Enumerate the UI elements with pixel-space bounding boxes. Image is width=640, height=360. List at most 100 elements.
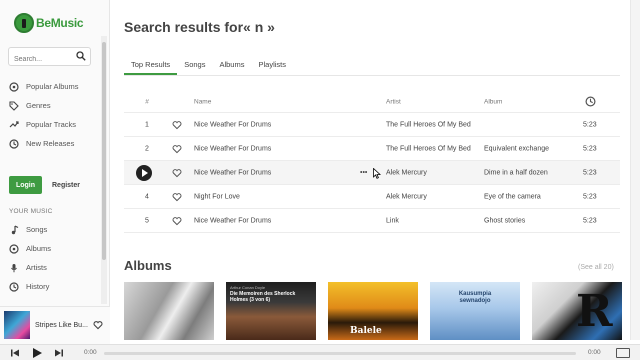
track-artist[interactable]: Alek Mercury (386, 193, 427, 200)
nav-label: Songs (26, 225, 48, 234)
duration-clock-icon (585, 96, 596, 107)
nav-albums[interactable]: Albums (9, 239, 51, 258)
column-name: Name (194, 98, 212, 105)
tab-songs[interactable]: Songs (177, 53, 212, 75)
nav-genres[interactable]: Genres (9, 96, 79, 115)
track-duration: 5:23 (583, 193, 597, 200)
track-album[interactable]: Eye of the camera (484, 193, 541, 200)
nav-popular-albums[interactable]: Popular Albums (9, 77, 79, 96)
search-box (8, 47, 91, 68)
search-icon[interactable] (76, 51, 86, 61)
tab-albums[interactable]: Albums (212, 53, 251, 75)
table-row[interactable]: 2 Nice Weather For Drums The Full Heroes… (124, 137, 620, 161)
nav-label: Albums (26, 244, 52, 253)
albums-section-title: Albums (124, 258, 172, 273)
heart-icon[interactable] (93, 320, 103, 330)
mic-icon (11, 263, 17, 272)
album-cover-title: Kausumpia sewnadojo (458, 291, 492, 304)
player-bar: 0:00 0:00 (0, 344, 640, 360)
track-artist[interactable]: Alek Mercury (386, 169, 427, 176)
note-icon (11, 224, 19, 234)
logo-icon (14, 13, 34, 33)
table-header: # Name Artist Album (124, 91, 620, 113)
album-card[interactable]: Kausumpia sewnadojo (430, 282, 520, 340)
nav-label: Genres (26, 101, 51, 110)
track-album[interactable]: Equivalent exchange (484, 145, 549, 152)
track-artist[interactable]: The Full Heroes Of My Bed (386, 121, 471, 128)
heart-icon[interactable] (172, 192, 182, 202)
track-name[interactable]: Nice Weather For Drums (194, 145, 271, 152)
now-playing-artwork[interactable] (4, 311, 30, 339)
play-track-button[interactable] (136, 165, 152, 181)
album-card[interactable]: Arthur Conan Doyle Die Memoiren des Sher… (226, 282, 316, 340)
logo[interactable]: BeMusic (14, 12, 84, 34)
column-artist: Artist (386, 98, 401, 105)
track-number: 5 (145, 217, 149, 224)
table-row[interactable]: 4 Night For Love Alek Mercury Eye of the… (124, 185, 620, 209)
nav-popular-tracks[interactable]: Popular Tracks (9, 115, 79, 134)
your-music-heading: YOUR MUSIC (9, 208, 53, 215)
your-music-nav: Songs Albums Artists History (9, 220, 51, 296)
album-card[interactable] (124, 282, 214, 340)
album-cover-author: Arthur Conan Doyle (230, 285, 266, 290)
register-link[interactable]: Register (52, 182, 80, 189)
logo-text: BeMusic (36, 16, 84, 30)
nav-label: Artists (26, 263, 47, 272)
nav-history[interactable]: History (9, 277, 51, 296)
elapsed-time: 0:00 (84, 349, 97, 356)
trending-icon (9, 120, 19, 127)
nav-label: Popular Albums (26, 82, 79, 91)
mouse-cursor-icon (373, 168, 381, 179)
track-album[interactable]: Dime in a half dozen (484, 169, 548, 176)
albums-carousel: Arthur Conan Doyle Die Memoiren des Sher… (124, 282, 622, 340)
login-button[interactable]: Login (9, 176, 42, 194)
queue-icon[interactable] (616, 348, 630, 358)
track-artist[interactable]: The Full Heroes Of My Bed (386, 145, 471, 152)
track-album[interactable]: Ghost stories (484, 217, 525, 224)
track-name[interactable]: Night For Love (194, 193, 240, 200)
album-cover-title: Balele (350, 326, 382, 336)
nav-label: New Releases (26, 139, 75, 148)
heart-icon[interactable] (172, 144, 182, 154)
play-icon[interactable] (31, 347, 43, 359)
album-card[interactable]: Balele (328, 282, 418, 340)
tag-icon (9, 100, 19, 111)
heart-icon[interactable] (172, 216, 182, 226)
next-track-icon[interactable] (54, 348, 64, 358)
track-number: 1 (145, 121, 149, 128)
track-number: 2 (145, 145, 149, 152)
track-name[interactable]: Nice Weather For Drums (194, 217, 271, 224)
sidebar-scrollbar-thumb[interactable] (102, 42, 106, 260)
seek-bar[interactable] (104, 352, 576, 355)
sidebar-scrollbar[interactable] (101, 36, 107, 304)
tab-top-results[interactable]: Top Results (124, 53, 178, 75)
table-row-hovered[interactable]: Nice Weather For Drums ••• Alek Mercury … (124, 161, 620, 185)
clock-icon (9, 138, 19, 149)
tab-playlists[interactable]: Playlists (251, 53, 293, 75)
table-row[interactable]: 1 Nice Weather For Drums The Full Heroes… (124, 113, 620, 137)
track-name[interactable]: Nice Weather For Drums (194, 121, 271, 128)
nav-artists[interactable]: Artists (9, 258, 51, 277)
heart-icon[interactable] (172, 120, 182, 130)
main-scrollbar[interactable] (630, 0, 640, 340)
track-artist[interactable]: Link (386, 217, 399, 224)
track-name[interactable]: Nice Weather For Drums (194, 169, 271, 176)
disc-icon (9, 81, 19, 92)
nav-new-releases[interactable]: New Releases (9, 134, 79, 153)
album-card[interactable]: R (532, 282, 622, 340)
column-number: # (145, 98, 149, 105)
nav-songs[interactable]: Songs (9, 220, 51, 239)
more-options-button[interactable]: ••• (360, 169, 370, 176)
now-playing-title[interactable]: Stripes Like Bu... (35, 322, 88, 329)
now-playing: Stripes Like Bu... (0, 306, 110, 344)
main-content: Search results for« n » Top Results Song… (110, 0, 630, 340)
previous-track-icon[interactable] (10, 348, 20, 358)
heart-icon[interactable] (172, 168, 182, 178)
table-row[interactable]: 5 Nice Weather For Drums Link Ghost stor… (124, 209, 620, 233)
column-album: Album (484, 98, 503, 105)
see-all-albums-link[interactable]: (See all 20) (578, 264, 614, 271)
total-time: 0:00 (588, 349, 601, 356)
history-icon (9, 281, 19, 292)
search-input[interactable] (9, 51, 71, 68)
track-duration: 5:23 (583, 169, 597, 176)
